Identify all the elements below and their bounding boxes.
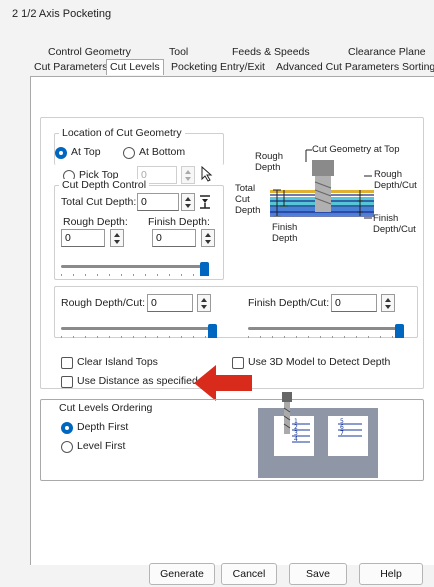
tab-advanced-cut-parameters[interactable]: Advanced Cut Parameters (276, 60, 399, 75)
total-cut-depth-label: Total Cut Depth: (61, 196, 137, 208)
depth-first-label[interactable]: Depth First (77, 421, 128, 433)
location-group-label: Location of Cut Geometry (59, 127, 185, 139)
at-top-radio[interactable] (55, 147, 67, 159)
rough-depth-input[interactable]: 0 (61, 229, 105, 247)
ordering-group-label: Cut Levels Ordering (59, 402, 153, 414)
clear-island-tops-label[interactable]: Clear Island Tops (77, 356, 158, 368)
order-label-7: 7 (340, 430, 344, 437)
finish-depth-label: Finish Depth: (148, 216, 210, 228)
tab-sorting[interactable]: Sorting (402, 60, 434, 75)
tab-divider (30, 76, 434, 77)
use-3d-model-label[interactable]: Use 3D Model to Detect Depth (248, 356, 390, 368)
at-bottom-label[interactable]: At Bottom (139, 146, 185, 158)
pick-top-stepper[interactable] (181, 166, 195, 184)
tab-pocketing-entry-exit[interactable]: Pocketing Entry/Exit (171, 60, 265, 75)
clear-island-tops-checkbox[interactable] (61, 357, 73, 369)
depth-from-model-icon[interactable] (198, 194, 212, 210)
save-button[interactable]: Save (289, 563, 347, 585)
slider-track (61, 327, 217, 330)
rough-depth-cut-diagram-label: Rough Depth/Cut (374, 169, 417, 191)
rough-depth-cut-input[interactable]: 0 (147, 294, 193, 312)
cut-geometry-at-top-label: Cut Geometry at Top (312, 144, 400, 155)
ordering-diagram: 1 2 3 4 5 6 7 (258, 392, 378, 478)
order-label-4: 4 (294, 436, 298, 443)
cut-depth-diagram: Rough Depth Cut Geometry at Top Total Cu… (232, 140, 417, 250)
window-title: 2 1/2 Axis Pocketing (12, 8, 112, 20)
rough-depth-label: Rough Depth: (63, 216, 128, 228)
finish-depth-cut-slider[interactable] (248, 324, 404, 340)
level-first-label[interactable]: Level First (77, 440, 125, 452)
total-cut-depth-stepper[interactable] (181, 193, 195, 211)
rough-depth-cut-label: Rough Depth/Cut: (61, 297, 146, 309)
total-cut-depth-input[interactable]: 0 (137, 193, 179, 211)
total-cut-depth-diagram-label: Total Cut Depth (235, 183, 261, 216)
finish-depth-cut-label: Finish Depth/Cut: (248, 297, 330, 309)
tab-control-geometry[interactable]: Control Geometry (48, 45, 131, 60)
title-bar: 2 1/2 Axis Pocketing (0, 0, 434, 30)
help-button[interactable]: Help (359, 563, 423, 585)
finish-depth-stepper[interactable] (201, 229, 215, 247)
finish-depth-cut-diagram-label: Finish Depth/Cut (373, 213, 416, 235)
tab-feeds-speeds[interactable]: Feeds & Speeds (232, 45, 310, 60)
rough-finish-split-slider[interactable] (61, 262, 209, 278)
slider-thumb[interactable] (395, 324, 404, 338)
slider-thumb[interactable] (208, 324, 217, 338)
slider-ticks (61, 274, 209, 276)
finish-depth-cut-input[interactable]: 0 (331, 294, 377, 312)
at-top-label[interactable]: At Top (71, 146, 101, 158)
annotation-arrow-icon (194, 365, 252, 401)
tab-cut-parameters[interactable]: Cut Parameters (34, 60, 108, 75)
rough-depth-cut-slider[interactable] (61, 324, 217, 340)
slider-ticks (248, 336, 404, 338)
finish-depth-cut-stepper[interactable] (381, 294, 395, 312)
at-bottom-radio[interactable] (123, 147, 135, 159)
slider-track (248, 327, 404, 330)
tab-cut-levels[interactable]: Cut Levels (106, 59, 164, 75)
slider-thumb[interactable] (200, 262, 209, 276)
slider-ticks (61, 336, 217, 338)
use-distance-label[interactable]: Use Distance as specified (77, 375, 198, 387)
rough-depth-diagram-label: Rough Depth (255, 151, 283, 173)
slider-track (61, 265, 209, 268)
cut-depth-group-label: Cut Depth Control (59, 179, 150, 191)
cancel-button[interactable]: Cancel (221, 563, 277, 585)
depth-first-radio[interactable] (61, 422, 73, 434)
use-distance-checkbox[interactable] (61, 376, 73, 388)
rough-depth-stepper[interactable] (110, 229, 124, 247)
finish-depth-input[interactable]: 0 (152, 229, 196, 247)
rough-depth-cut-stepper[interactable] (197, 294, 211, 312)
finish-depth-diagram-label: Finish Depth (272, 222, 298, 244)
pick-cursor-icon[interactable] (200, 166, 214, 182)
tab-clearance-plane[interactable]: Clearance Plane (348, 45, 426, 60)
level-first-radio[interactable] (61, 441, 73, 453)
generate-button[interactable]: Generate (149, 563, 215, 585)
tab-tool[interactable]: Tool (169, 45, 188, 60)
